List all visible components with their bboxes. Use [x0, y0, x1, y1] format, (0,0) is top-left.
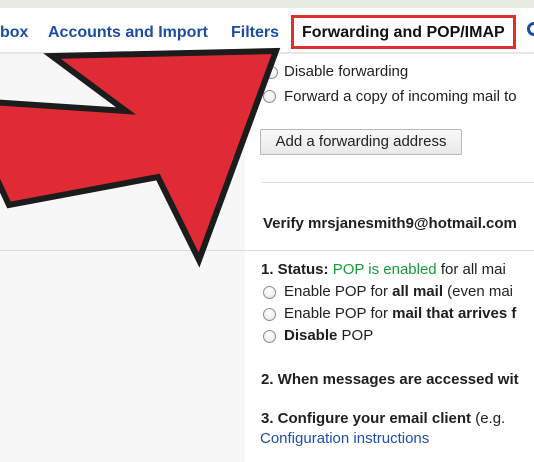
disable-pop-radio[interactable]: [263, 330, 276, 343]
disable-forwarding-radio[interactable]: [265, 66, 278, 79]
enable-pop-from-now-radio[interactable]: [263, 308, 276, 321]
forward-copy-label: Forward a copy of incoming mail to: [284, 88, 517, 105]
pop-section-divider: [0, 250, 534, 251]
top-strip: [0, 0, 534, 8]
settings-label-column: [0, 54, 245, 462]
enable-pop-from-now-label: Enable POP for mail that arrives f: [284, 305, 516, 323]
disable-forwarding-label: Disable forwarding: [284, 63, 409, 80]
gmail-settings-page: box Accounts and Import Filters Forwardi…: [0, 0, 534, 462]
pop-status-line: 1. Status: POP is enabled for all mai: [261, 261, 506, 279]
tab-inbox[interactable]: box: [0, 24, 28, 42]
pop-status-suffix: for all mai: [436, 261, 506, 278]
configure-client-suffix: (e.g.: [471, 410, 506, 427]
forward-copy-radio[interactable]: [263, 90, 276, 103]
enable-pop-all-prefix: Enable POP for: [284, 283, 393, 300]
enable-pop-all-bold: all mail: [392, 283, 443, 300]
configuration-instructions-link[interactable]: Configuration instructions: [260, 430, 429, 448]
disable-pop-label: Disable POP: [284, 327, 373, 345]
configure-client-text: 3. Configure your email client (e.g.: [261, 410, 505, 428]
add-forwarding-address-button[interactable]: Add a forwarding address: [260, 129, 462, 155]
tab-forwarding-label: Forwarding and POP/IMAP: [302, 24, 505, 41]
pop-status-prefix: 1. Status:: [261, 261, 333, 278]
tab-accounts-and-import[interactable]: Accounts and Import: [48, 24, 208, 42]
tab-filters[interactable]: Filters: [231, 24, 279, 42]
section-divider: [262, 182, 534, 183]
enable-pop-from-prefix: Enable POP for: [284, 305, 393, 322]
pop-access-text: 2. When messages are accessed wit: [261, 371, 519, 388]
enable-pop-from-bold: mail that arrives f: [392, 305, 517, 322]
verify-address-text: Verify mrsjanesmith9@hotmail.com: [263, 215, 517, 232]
disable-pop-bold: Disable: [284, 327, 338, 344]
enable-pop-all-label: Enable POP for all mail (even mai: [284, 283, 513, 301]
pop-status-value: POP is enabled: [332, 261, 437, 278]
configure-client-bold: 3. Configure your email client: [261, 410, 472, 427]
enable-pop-all-radio[interactable]: [263, 286, 276, 299]
enable-pop-all-suffix: (even mai: [442, 283, 514, 300]
tab-next-partial[interactable]: [527, 22, 534, 36]
tab-forwarding-pop-imap[interactable]: Forwarding and POP/IMAP: [291, 15, 516, 49]
disable-pop-suffix: POP: [337, 327, 374, 344]
